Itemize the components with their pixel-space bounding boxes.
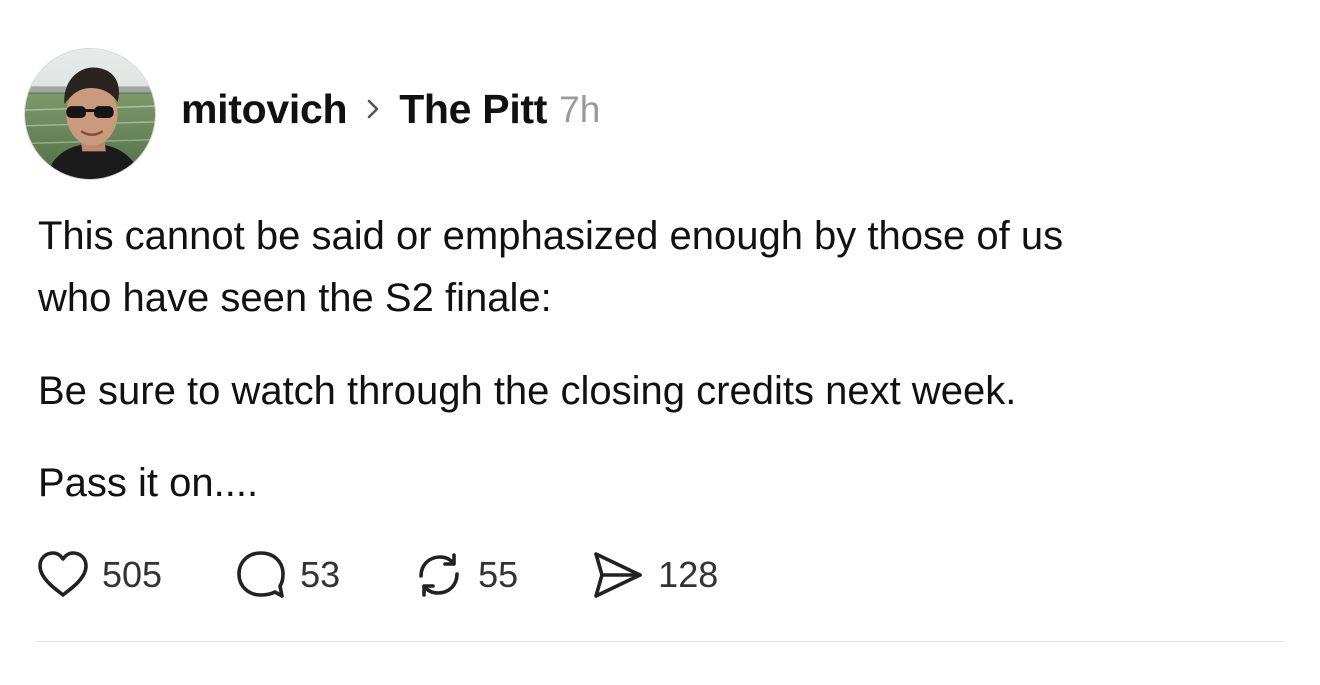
like-count: 505 xyxy=(102,554,163,595)
profile-photo-icon xyxy=(25,49,155,179)
post-timestamp: 7h xyxy=(559,89,601,130)
post-card: mitovich The Pitt 7h This cannot be said… xyxy=(0,0,1320,685)
post-paragraph: This cannot be said or emphasized enough… xyxy=(38,205,1288,329)
heart-icon xyxy=(38,551,88,597)
author-avatar[interactable] xyxy=(24,48,156,180)
post-actions-bar: 505 53 55 128 xyxy=(36,546,718,604)
like-button[interactable]: 505 xyxy=(36,550,162,600)
comment-bubble-icon xyxy=(237,551,285,598)
post-header: mitovich The Pitt 7h xyxy=(181,84,600,134)
post-paragraph: Pass it on.... xyxy=(38,461,259,505)
repost-icon xyxy=(419,553,459,597)
reply-button[interactable]: 53 xyxy=(234,548,340,602)
post-text-line: who have seen the S2 finale: xyxy=(38,276,552,320)
share-button[interactable]: 128 xyxy=(590,548,718,602)
author-username[interactable]: mitovich xyxy=(181,86,347,133)
repost-button[interactable]: 55 xyxy=(412,548,518,602)
share-count: 128 xyxy=(658,554,719,595)
post-divider xyxy=(36,641,1284,642)
chevron-right-icon xyxy=(365,96,383,122)
post-text-line: This cannot be said or emphasized enough… xyxy=(38,214,1064,258)
community-name[interactable]: The Pitt xyxy=(399,86,547,133)
reply-count: 53 xyxy=(300,554,341,595)
send-icon xyxy=(594,552,642,598)
post-paragraph: Be sure to watch through the closing cre… xyxy=(38,369,1017,413)
repost-count: 55 xyxy=(478,554,519,595)
